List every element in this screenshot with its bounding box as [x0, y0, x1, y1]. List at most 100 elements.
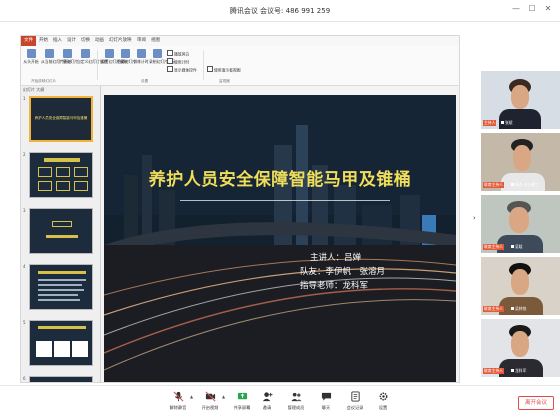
- meeting-notes-button[interactable]: 会议记录: [340, 391, 370, 411]
- collapse-arrow-icon[interactable]: ›: [473, 214, 476, 222]
- thumbnail-line: [38, 279, 86, 281]
- thumbnail-box: [56, 181, 70, 191]
- audio-options-caret-icon[interactable]: ▲: [190, 394, 193, 399]
- video-tile-4[interactable]: 联席主持人 吴梓铭: [481, 257, 560, 315]
- ribbon-separator: [203, 50, 204, 80]
- check-timings[interactable]: 使用计时: [167, 58, 189, 66]
- custom-show-button[interactable]: 自定义幻灯片放映: [77, 46, 108, 65]
- thumbnail-number: 5: [23, 320, 26, 325]
- meeting-window: 腾讯会议 会议号: 486 991 259 — ☐ ✕ 文件 开始 插入 设计 …: [0, 0, 560, 420]
- custom-show-label: 自定义幻灯片放映: [77, 59, 108, 64]
- meeting-notes-label: 会议记录: [346, 405, 364, 410]
- slide-title: 养护人员安全保障智能马甲及锥桶: [148, 170, 412, 190]
- slide-thumbnail-5[interactable]: [29, 320, 93, 366]
- thumbnail-pane: 幻灯片 大纲 1 养护人员安全保障智能马甲及锥桶 2 3 4 5 6: [21, 86, 101, 382]
- thumbnail-heading: [46, 235, 78, 238]
- hide-slide-label: 隐藏幻灯片: [117, 59, 136, 64]
- invite-button[interactable]: 邀请: [252, 391, 282, 411]
- share-screen-icon: [237, 392, 247, 400]
- video-tile-2[interactable]: 联席主持人 周杰-长沙理工: [481, 133, 560, 191]
- tab-transitions[interactable]: 切换: [81, 37, 90, 43]
- cohost-badge: 联席主持人: [483, 368, 504, 374]
- start-video-label: 开启视频: [201, 405, 219, 410]
- video-tile-3[interactable]: 联席主持人 吴晗: [481, 195, 560, 253]
- tab-slideshow[interactable]: 幻灯片放映: [109, 37, 132, 43]
- tab-view[interactable]: 视图: [151, 37, 160, 43]
- slide-thumbnail-3[interactable]: [29, 208, 93, 254]
- tab-animations[interactable]: 动画: [95, 37, 104, 43]
- cohost-badge: 联席主持人: [483, 244, 504, 250]
- setup-icon: [104, 49, 114, 58]
- tab-file[interactable]: 文件: [21, 36, 36, 46]
- thumbnail-title: 养护人员安全保障智能马甲及锥桶: [34, 116, 88, 120]
- rehearse-label: 排练计时: [133, 59, 149, 64]
- rehearse-button[interactable]: 排练计时: [133, 46, 149, 65]
- video-tile-5[interactable]: 联席主持人 龙科军: [481, 319, 560, 377]
- record-label: 录制幻灯片演示: [149, 59, 176, 64]
- participant-face: [509, 207, 529, 233]
- setup-show-button[interactable]: 设置幻灯片放映: [101, 46, 128, 65]
- settings-button[interactable]: 设置: [368, 391, 398, 411]
- participant-face: [513, 145, 531, 171]
- slide-thumbnail-2[interactable]: [29, 152, 93, 198]
- hide-slide-button[interactable]: 隐藏幻灯片: [117, 46, 136, 65]
- close-icon[interactable]: ✕: [542, 4, 554, 13]
- check-media-controls[interactable]: 显示媒体控件: [167, 66, 197, 74]
- broadcast-icon: [62, 49, 72, 58]
- maximize-icon[interactable]: ☐: [526, 4, 538, 13]
- thumbnail-box: [74, 181, 88, 191]
- broadcast-label: 广播幻灯片: [59, 59, 78, 64]
- start-video-button[interactable]: 开启视频: [195, 391, 225, 411]
- hide-slide-icon: [120, 49, 130, 58]
- meeting-toolbar: 解除静音 ▲ 开启视频 ▲ 共享屏幕 邀请 管理成员 聊天 会议记录 设置: [0, 385, 560, 420]
- participant-name: 周杰-长沙理工: [511, 182, 539, 188]
- thumbnail-number: 6: [23, 376, 26, 381]
- slide-thumbnail-6[interactable]: [29, 376, 93, 382]
- thumbnail-number: 1: [23, 96, 26, 101]
- tab-home[interactable]: 开始: [39, 37, 48, 43]
- check-presenter-view[interactable]: 使用演示者视图: [207, 66, 241, 74]
- ribbon: 从头开始 从当前幻灯片开始 广播幻灯片 自定义幻灯片放映 开始放映幻灯片 设置幻…: [21, 46, 459, 86]
- chat-label: 聊天: [321, 405, 331, 410]
- document-icon: [350, 391, 360, 402]
- tab-insert[interactable]: 插入: [53, 37, 62, 43]
- from-current-button[interactable]: 从当前幻灯片开始: [41, 46, 71, 65]
- video-options-caret-icon[interactable]: ▲: [222, 394, 225, 399]
- video-panel: 主持人 张斌 联席主持人 周杰-长沙理工 联席主持人 吴晗 联席主持人 吴梓铭: [481, 71, 560, 383]
- thumbnail-box: [52, 221, 72, 227]
- participant-name: 张斌: [501, 120, 513, 126]
- speaker-credit: 主讲人：吕婵: [310, 253, 362, 263]
- video-tile-1[interactable]: 主持人 张斌: [481, 71, 560, 129]
- thumbnail-box: [38, 167, 52, 177]
- check-narration[interactable]: 播放旁白: [167, 50, 189, 58]
- thumbnail-heading: [38, 271, 86, 274]
- title-divider: [180, 200, 390, 201]
- host-badge: 主持人: [483, 120, 497, 126]
- manage-members-button[interactable]: 管理成员: [281, 391, 311, 411]
- unmute-button[interactable]: 解除静音: [163, 391, 193, 411]
- microphone-muted-icon: [173, 391, 183, 402]
- cohost-badge: 联席主持人: [483, 306, 504, 312]
- record-button[interactable]: 录制幻灯片演示: [149, 46, 176, 65]
- team-credit: 队友：李伊帆 张溶月: [300, 267, 386, 277]
- setup-show-label: 设置幻灯片放映: [101, 59, 128, 64]
- minimize-icon[interactable]: —: [510, 4, 522, 13]
- from-beginning-button[interactable]: 从头开始: [23, 46, 39, 65]
- leave-meeting-button[interactable]: 离开会议: [518, 396, 554, 410]
- invite-person-icon: [262, 392, 273, 402]
- participant-body: [499, 109, 541, 129]
- thumbnail-heading: [38, 326, 86, 329]
- play-current-icon: [44, 49, 54, 58]
- tab-review[interactable]: 审阅: [137, 37, 146, 43]
- slide-thumbnail-1[interactable]: 养护人员安全保障智能马甲及锥桶: [29, 96, 93, 142]
- ribbon-group-monitors: 监视器: [219, 79, 230, 83]
- participant-face: [511, 85, 529, 109]
- cohost-badge: 联席主持人: [483, 182, 504, 188]
- thumbnail-pane-header: 幻灯片 大纲: [23, 87, 45, 92]
- tab-design[interactable]: 设计: [67, 37, 76, 43]
- slide-thumbnail-4[interactable]: [29, 264, 93, 310]
- broadcast-button[interactable]: 广播幻灯片: [59, 46, 78, 65]
- ribbon-tabs: 文件 开始 插入 设计 切换 动画 幻灯片放映 审阅 视图: [21, 36, 459, 46]
- thumbnail-chart: [36, 341, 52, 357]
- chat-button[interactable]: 聊天: [311, 391, 341, 411]
